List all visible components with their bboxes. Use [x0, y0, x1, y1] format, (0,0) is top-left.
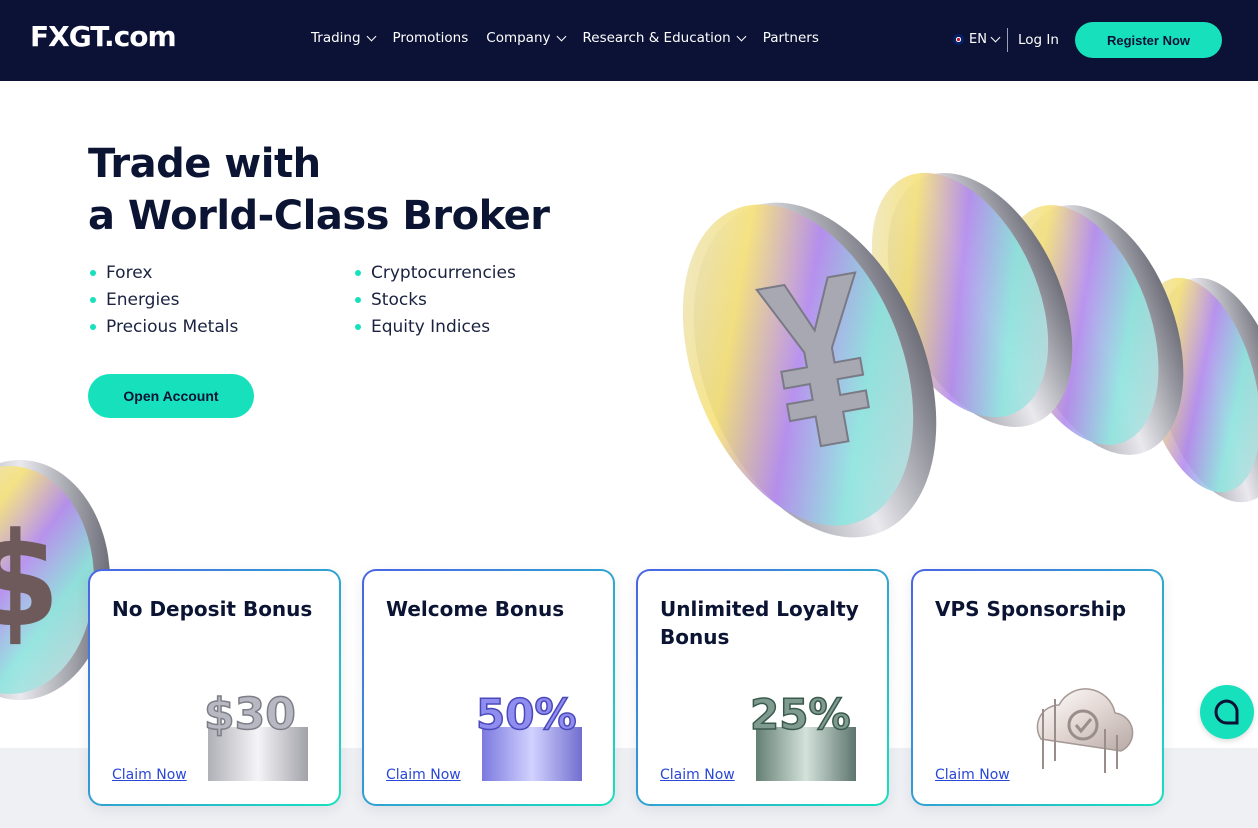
- bonus-25-illustration: 25%: [749, 689, 856, 781]
- promo-card-loyalty[interactable]: Unlimited Loyalty Bonus 25% Claim Now: [636, 569, 889, 806]
- hero-title-line2: a World-Class Broker: [88, 193, 550, 239]
- chevron-down-icon: [366, 31, 376, 41]
- claim-now-link[interactable]: Claim Now: [112, 767, 187, 783]
- main-menu: Trading Promotions Company Research & Ed…: [311, 30, 837, 46]
- feature-label: Cryptocurrencies: [371, 263, 516, 283]
- top-nav: FXGT.com Trading Promotions Company Rese…: [0, 0, 1258, 81]
- nav-item-promotions[interactable]: Promotions: [393, 30, 469, 46]
- logo-text: FXGT.com: [30, 20, 177, 53]
- feature-item: Cryptocurrencies: [355, 262, 555, 284]
- open-account-button[interactable]: Open Account: [88, 374, 254, 418]
- coins-illustration: [682, 172, 1258, 538]
- bullet-icon: [90, 297, 96, 303]
- nav-item-label: Company: [486, 30, 551, 46]
- live-chat-button[interactable]: [1200, 685, 1254, 739]
- uk-flag-icon: [953, 34, 964, 45]
- nav-divider: [1007, 28, 1008, 52]
- feature-label: Forex: [106, 263, 153, 283]
- nav-item-research-education[interactable]: Research & Education: [582, 30, 747, 46]
- vps-cloud-illustration: [1036, 688, 1134, 773]
- bonus-50-illustration: 50%: [475, 689, 582, 781]
- feature-item: Energies: [90, 289, 355, 311]
- chevron-down-icon: [556, 31, 566, 41]
- nav-item-trading[interactable]: Trading: [311, 30, 376, 46]
- promo-art-text: 50%: [476, 690, 577, 739]
- feature-label: Energies: [106, 290, 180, 310]
- promo-title: VPS Sponsorship: [935, 597, 1127, 621]
- hero-title: Trade with a World-Class Broker: [88, 138, 550, 242]
- bullet-icon: [90, 270, 96, 276]
- promo-art-text: 25%: [750, 690, 851, 739]
- bullet-icon: [355, 270, 361, 276]
- language-selector[interactable]: EN: [953, 32, 1001, 47]
- bullet-icon: [355, 324, 361, 330]
- nav-item-label: Promotions: [392, 30, 469, 46]
- nav-item-label: Research & Education: [582, 30, 731, 46]
- language-label: EN: [969, 32, 987, 47]
- promo-title: No Deposit Bonus: [112, 597, 313, 621]
- feature-label: Equity Indices: [371, 317, 491, 337]
- chevron-down-icon: [736, 31, 747, 41]
- register-button[interactable]: Register Now: [1075, 22, 1222, 58]
- bonus-30-illustration: $30: [203, 688, 308, 781]
- promo-card-vps[interactable]: VPS Sponsorship Claim Now: [911, 569, 1164, 806]
- promo-card-welcome[interactable]: Welcome Bonus 50% Claim Now: [362, 569, 615, 806]
- bullet-icon: [355, 297, 361, 303]
- feature-item: Forex: [90, 262, 355, 284]
- feature-list: Forex Cryptocurrencies Energies Stocks P…: [90, 262, 550, 338]
- hero-title-line1: Trade with: [88, 141, 321, 187]
- chevron-down-icon: [990, 32, 1001, 43]
- fxgt-logo[interactable]: FXGT.com: [30, 20, 177, 53]
- feature-label: Stocks: [371, 290, 427, 310]
- promo-card-no-deposit[interactable]: No Deposit Bonus $30 Claim Now: [88, 569, 341, 806]
- promo-title: Unlimited Loyalty Bonus: [660, 597, 859, 649]
- claim-now-link[interactable]: Claim Now: [935, 767, 1010, 783]
- feature-item: Stocks: [355, 289, 555, 311]
- svg-text:$: $: [0, 504, 60, 656]
- nav-item-company[interactable]: Company: [486, 30, 566, 46]
- nav-item-partners[interactable]: Partners: [763, 30, 819, 46]
- nav-item-label: Partners: [762, 30, 819, 46]
- claim-now-link[interactable]: Claim Now: [386, 767, 461, 783]
- login-link[interactable]: Log In: [1018, 32, 1059, 48]
- chat-bubble-icon: [1214, 699, 1239, 725]
- claim-now-link[interactable]: Claim Now: [660, 767, 735, 783]
- bullet-icon: [90, 324, 96, 330]
- promo-art-text: $30: [204, 689, 296, 740]
- feature-item: Equity Indices: [355, 316, 555, 338]
- nav-item-label: Trading: [311, 30, 361, 46]
- feature-item: Precious Metals: [90, 316, 355, 338]
- promo-title: Welcome Bonus: [386, 597, 565, 621]
- feature-label: Precious Metals: [106, 317, 239, 337]
